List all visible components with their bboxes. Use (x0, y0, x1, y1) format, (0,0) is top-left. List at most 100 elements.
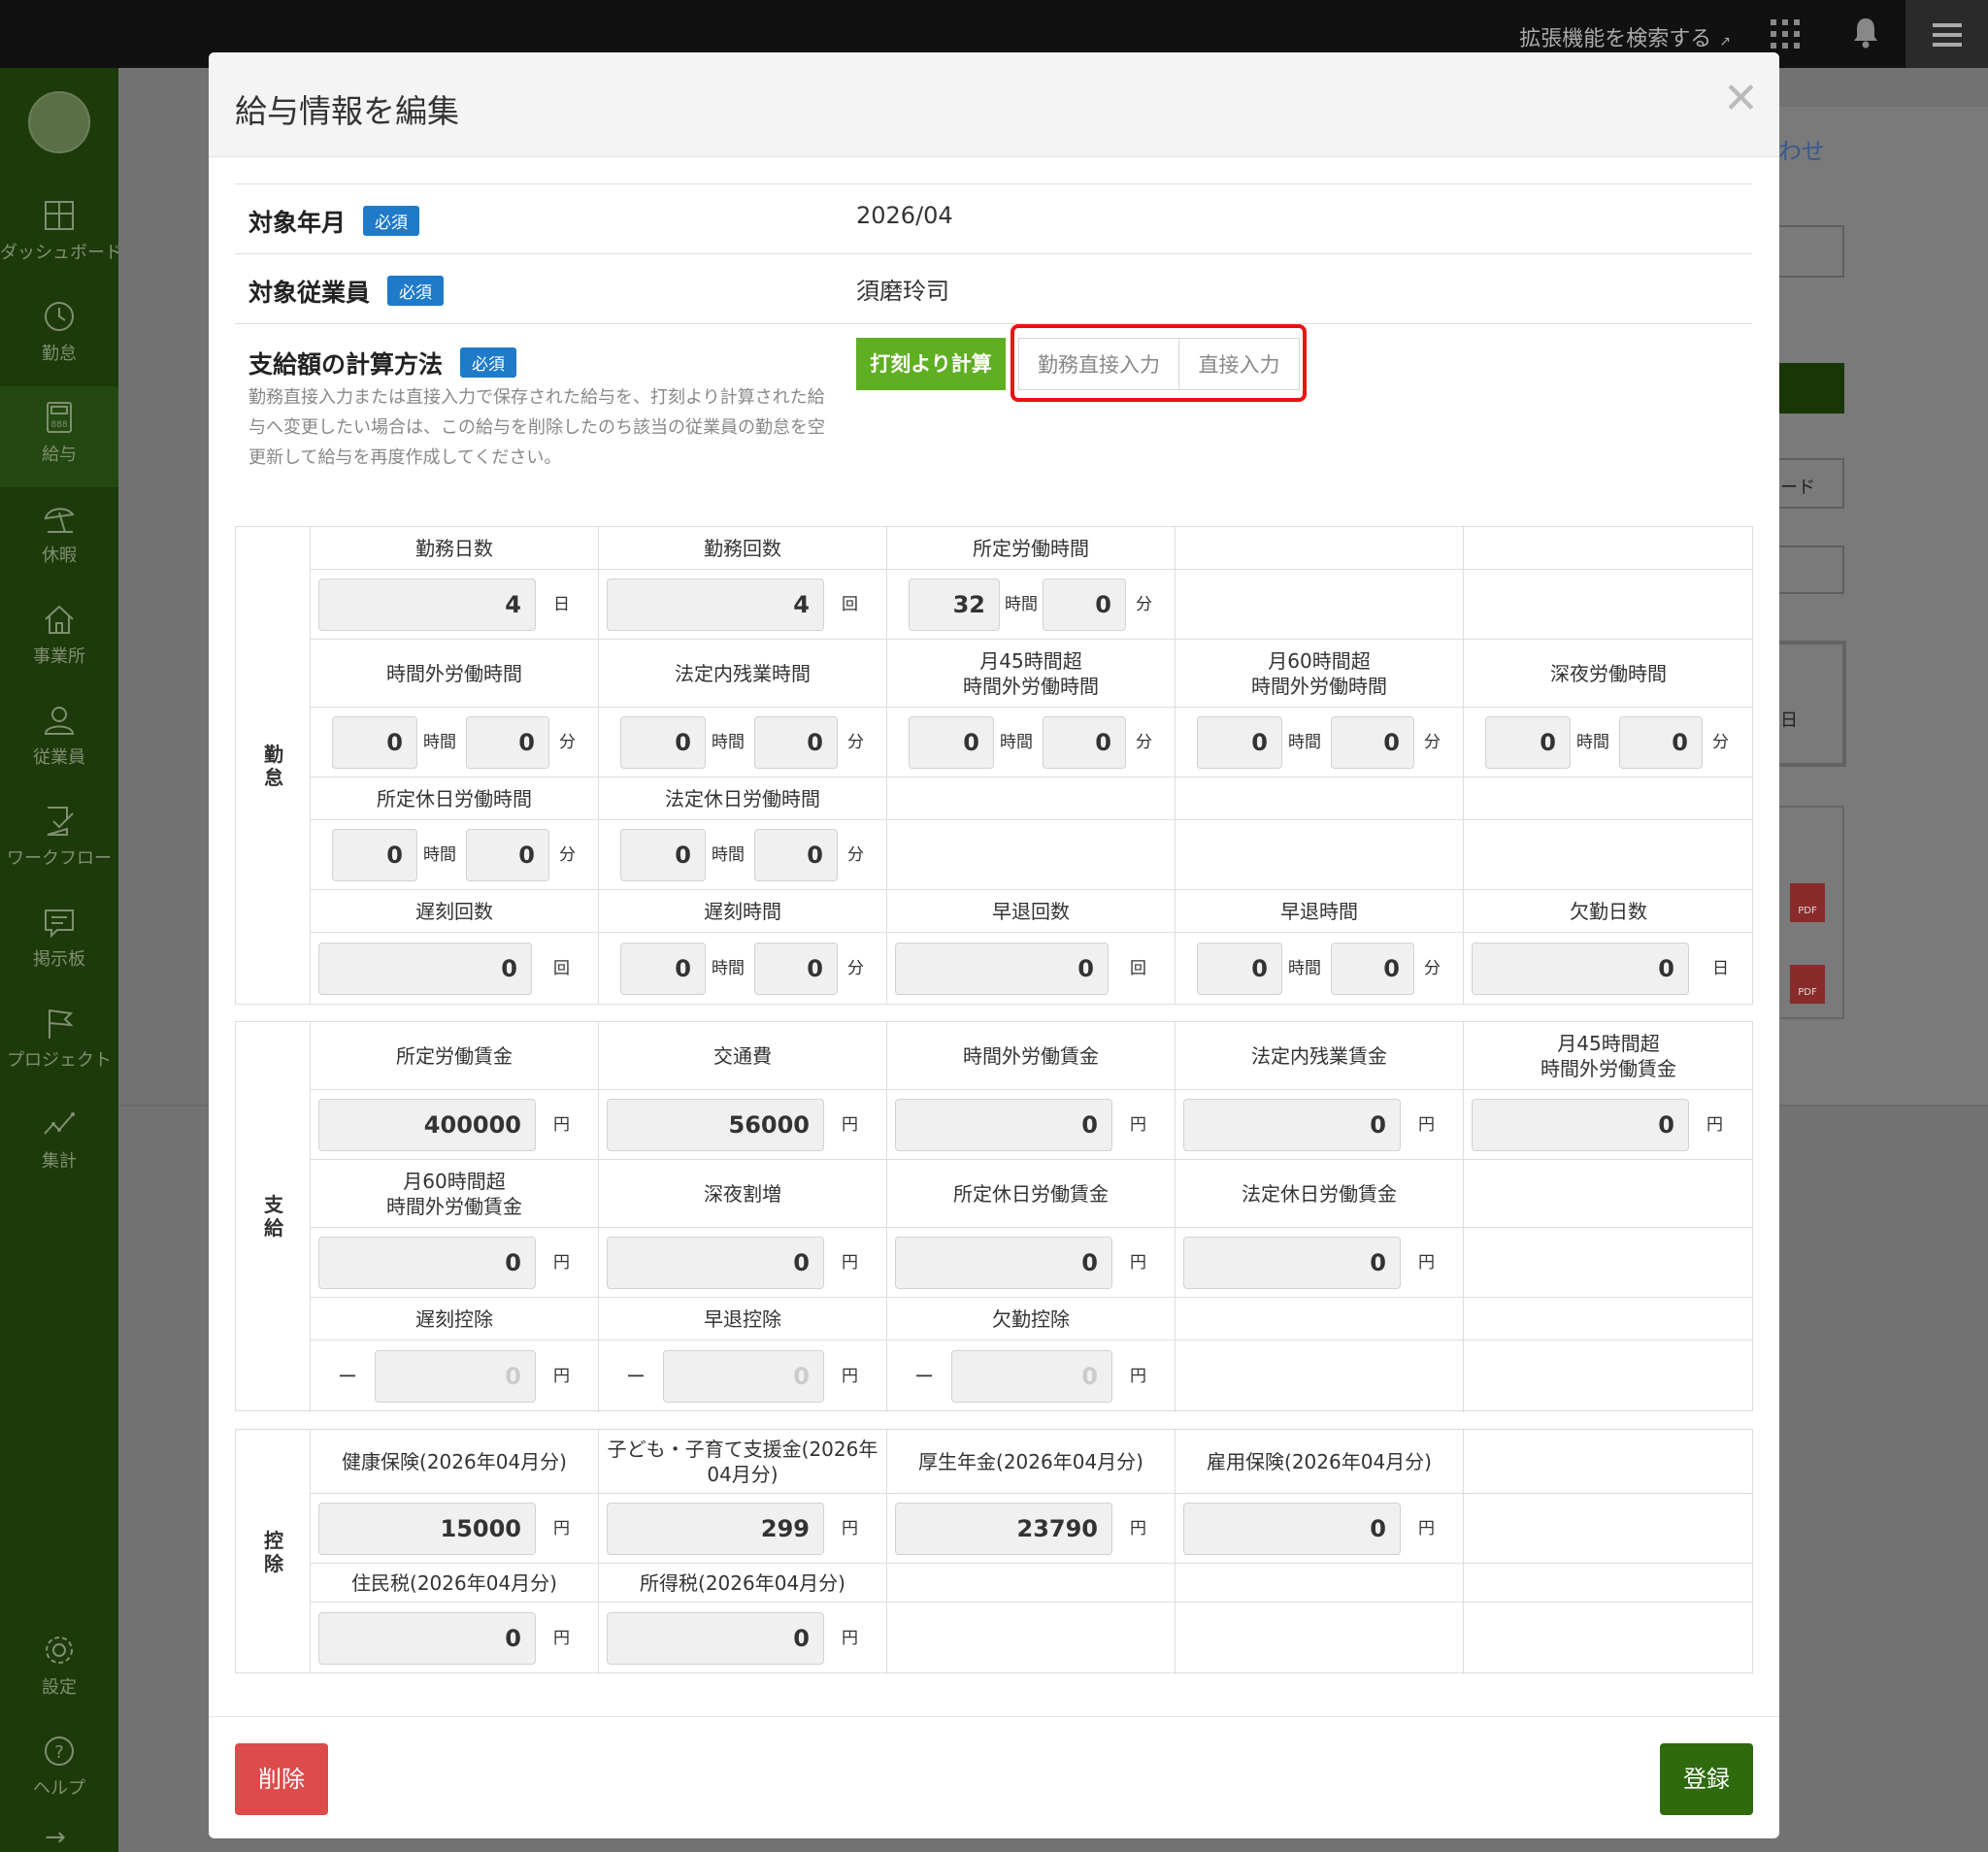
register-button[interactable]: 登録 (1660, 1743, 1753, 1815)
late-count-input[interactable]: 0 (318, 943, 532, 995)
edit-payroll-modal: 給与情報を編集 ✕ 対象年月 必須 2026/04 対象従業員 必須 須磨玲司 支給… (209, 52, 1779, 1838)
overtime-hours-input[interactable]: 0 (332, 716, 417, 769)
overtime-minutes-input[interactable]: 0 (1331, 716, 1414, 769)
sidebar-item-reports[interactable]: 集計 (0, 1093, 118, 1194)
early-hours-input[interactable]: 0 (1197, 943, 1282, 995)
sidebar-item-leave[interactable]: 休暇 (0, 487, 118, 588)
overtime-hours-input[interactable]: 0 (1197, 716, 1282, 769)
hamburger-menu-button[interactable] (1905, 0, 1988, 68)
sidebar-item-payroll[interactable]: 888 給与 (0, 386, 118, 487)
deduction-input[interactable]: 0 (607, 1612, 824, 1665)
calc-method-note: 勤務直接入力または直接入力で保存された給与を、打刻より計算された給与へ変更したい… (248, 387, 825, 468)
payment-input[interactable]: 0 (1183, 1237, 1401, 1289)
deduction-input[interactable]: 0 (1183, 1503, 1401, 1555)
sidebar-item-dashboard[interactable]: ダッシュボード (0, 184, 122, 285)
calculator-icon: 888 (47, 402, 72, 433)
section-label-deduction: 控除 (264, 1529, 283, 1575)
avatar[interactable] (28, 91, 90, 153)
header-late-time: 遅刻時間 (599, 890, 887, 932)
worktimes-input[interactable]: 4 (607, 579, 824, 631)
scheduled-minutes-input[interactable]: 0 (1043, 579, 1126, 631)
late-hours-input[interactable]: 0 (620, 943, 706, 995)
external-link-icon: ↗ (1719, 34, 1731, 50)
header-overtime-hours: 時間外労働時間 (311, 640, 599, 707)
holiday-minutes-input[interactable]: 0 (754, 829, 838, 881)
absent-days-input[interactable]: 0 (1472, 943, 1689, 995)
expand-arrow-icon[interactable]: → (45, 1823, 66, 1852)
sidebar-item-office[interactable]: 事業所 (0, 588, 118, 689)
payment-input[interactable]: 56000 (607, 1099, 824, 1151)
holiday-hours-input[interactable]: 0 (620, 829, 706, 881)
early-minutes-input[interactable]: 0 (1331, 943, 1414, 995)
calc-method-label: 支給額の計算方法 (248, 350, 444, 379)
deduction-amount-input[interactable]: 0 (951, 1350, 1112, 1403)
minus-sign: ー (626, 1365, 646, 1388)
header-health-insurance: 健康保険(2026年04月分) (311, 1430, 599, 1493)
sidebar-item-board[interactable]: 掲示板 (0, 891, 118, 992)
background-dropdown (1778, 546, 1844, 594)
header-income-tax: 所得税(2026年04月分) (599, 1564, 887, 1602)
header-over45-wage: 月45時間超 時間外労働賃金 (1541, 1031, 1676, 1080)
calc-method-row: 支給額の計算方法 必須 勤務直接入力または直接入力で保存された給与を、打刻より計算… (235, 323, 1752, 517)
deduction-amount-input[interactable]: 0 (663, 1350, 824, 1403)
payment-input[interactable]: 400000 (318, 1099, 536, 1151)
sidebar-item-label: 掲示板 (33, 949, 85, 970)
workdays-input[interactable]: 4 (318, 579, 536, 631)
svg-text:888: 888 (50, 420, 67, 430)
delete-button[interactable]: 削除 (235, 1743, 328, 1815)
header-absent-deduction: 欠勤控除 (887, 1298, 1176, 1339)
early-count-input[interactable]: 0 (895, 943, 1109, 995)
deduction-input[interactable]: 0 (318, 1612, 536, 1665)
sidebar-item-label: 給与 (42, 445, 77, 465)
pdf-icon: PDF (1790, 965, 1825, 1004)
sidebar-item-workflow[interactable]: ワークフロー (0, 790, 118, 891)
sidebar-item-label: 従業員 (33, 747, 85, 768)
header-legal-holiday-wage: 法定休日労働賃金 (1176, 1160, 1464, 1227)
required-badge: 必須 (363, 206, 420, 236)
overtime-minutes-input[interactable]: 0 (1619, 716, 1703, 769)
payment-section: 支給 所定労働賃金 交通費 時間外労働賃金 法定内残業賃金 月45時間超 時間外… (235, 1021, 1753, 1412)
sidebar-item-settings[interactable]: 設定 (0, 1619, 118, 1720)
extension-search-link[interactable]: 拡張機能を検索する ↗ (1519, 21, 1731, 52)
header-resident-tax: 住民税(2026年04月分) (311, 1564, 599, 1602)
highlight-box (1011, 324, 1307, 402)
sidebar: ダッシュボード 勤怠 888 給与 休暇 事業所 従業員 ワークフロー 掲示板 … (0, 68, 122, 1852)
scheduled-hours-input[interactable]: 32 (909, 579, 1000, 631)
payment-input[interactable]: 0 (895, 1099, 1112, 1151)
payment-input[interactable]: 0 (1183, 1099, 1401, 1151)
header-legal-overtime: 法定内残業時間 (599, 640, 887, 707)
payment-input[interactable]: 0 (607, 1237, 824, 1289)
holiday-minutes-input[interactable]: 0 (466, 829, 549, 881)
checklist-icon (47, 807, 74, 836)
background-button (1778, 363, 1844, 413)
apps-grid-icon[interactable] (1771, 19, 1800, 49)
close-icon[interactable]: ✕ (1723, 74, 1759, 123)
deduction-input[interactable]: 15000 (318, 1503, 536, 1555)
sidebar-item-attendance[interactable]: 勤怠 (0, 285, 118, 386)
deduction-section: 控除 健康保険(2026年04月分) 子ども・子育て支援金(2026年 04月分… (235, 1429, 1753, 1674)
required-badge: 必須 (387, 276, 445, 306)
deduction-input[interactable]: 23790 (895, 1503, 1112, 1555)
sidebar-item-project[interactable]: プロジェクト (0, 992, 118, 1093)
overtime-hours-input[interactable]: 0 (909, 716, 994, 769)
header-over60-wage: 月60時間超 時間外労働賃金 (311, 1160, 599, 1227)
deduction-amount-input[interactable]: 0 (375, 1350, 536, 1403)
overtime-hours-input[interactable]: 0 (620, 716, 706, 769)
payment-input[interactable]: 0 (1472, 1099, 1689, 1151)
person-icon (44, 707, 75, 735)
late-minutes-input[interactable]: 0 (754, 943, 838, 995)
overtime-minutes-input[interactable]: 0 (1043, 716, 1126, 769)
overtime-minutes-input[interactable]: 0 (754, 716, 838, 769)
overtime-hours-input[interactable]: 0 (1485, 716, 1571, 769)
overtime-minutes-input[interactable]: 0 (466, 716, 549, 769)
deduction-input[interactable]: 299 (607, 1503, 824, 1555)
background-select (1778, 225, 1844, 278)
sidebar-item-employees[interactable]: 従業員 (0, 689, 118, 790)
payment-input[interactable]: 0 (318, 1237, 536, 1289)
bell-icon[interactable] (1851, 16, 1880, 49)
payment-input[interactable]: 0 (895, 1237, 1112, 1289)
calc-from-stamp-button[interactable]: 打刻より計算 (856, 338, 1006, 390)
holiday-hours-input[interactable]: 0 (332, 829, 417, 881)
sidebar-item-help[interactable]: ? ヘルプ (0, 1720, 118, 1821)
header-child-support: 子ども・子育て支援金(2026年 04月分) (599, 1430, 887, 1493)
